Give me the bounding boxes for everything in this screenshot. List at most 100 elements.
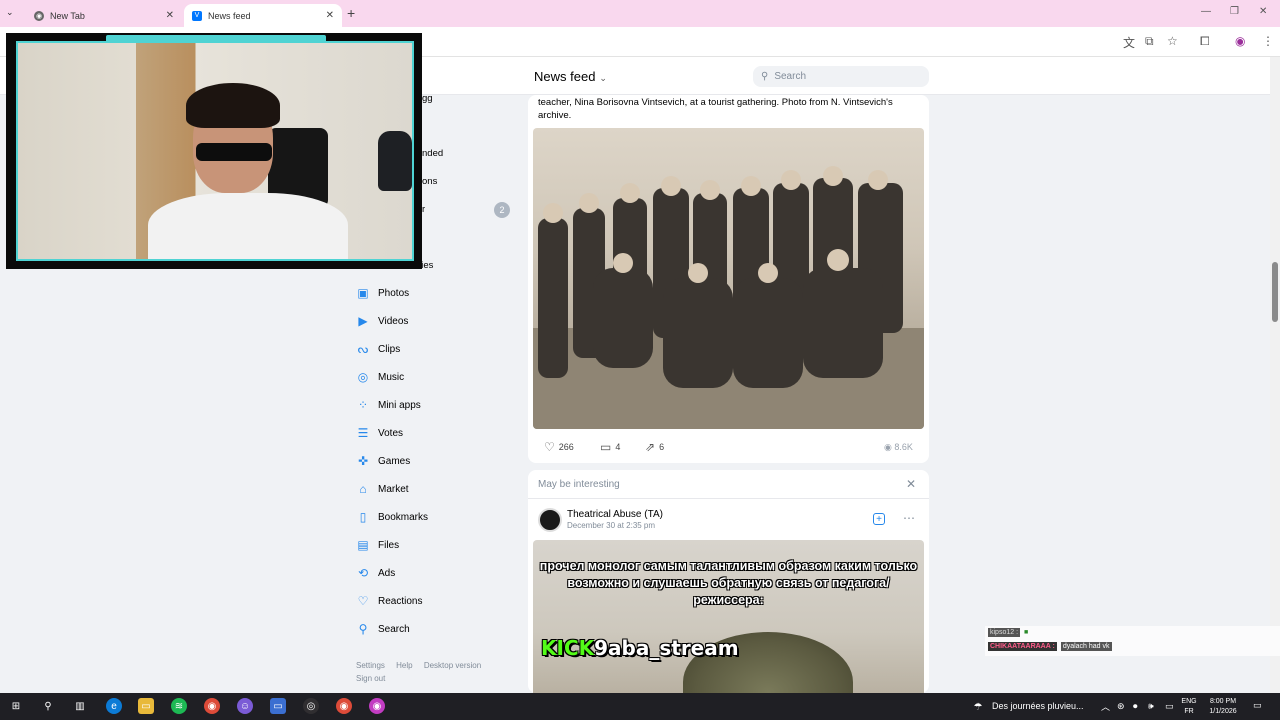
sidebar-partial-item[interactable]: ons [422, 176, 437, 187]
comment-button[interactable]: ▭ 4 [600, 438, 620, 456]
search-input[interactable]: ⚲ Search [753, 66, 929, 87]
language-indicator[interactable]: ENG FR [1181, 697, 1197, 717]
streamer-hair [186, 83, 280, 128]
chat-username: CHIKAATAARAAA : [988, 642, 1057, 651]
extensions-icon[interactable]: ⧠ [1200, 34, 1210, 49]
chevron-up-icon[interactable]: ︿ [1101, 700, 1110, 713]
chrome-icon[interactable]: ◉ [204, 698, 220, 714]
eye-icon: ◉ [884, 442, 895, 452]
share-button[interactable]: ⇗ 6 [645, 438, 664, 456]
divider [528, 498, 929, 499]
like-button[interactable]: ♡ 266 [544, 438, 574, 456]
post-photo[interactable] [533, 128, 924, 429]
edge-icon[interactable]: e [106, 698, 122, 714]
recommendation-heading: May be interesting [538, 479, 620, 490]
chat-username: kipso12 : [988, 628, 1021, 637]
chrome-icon[interactable]: ◉ [336, 698, 352, 714]
bookmark-icon: ▯ [359, 510, 367, 524]
chrome-icon: ◉ [34, 10, 44, 21]
chrome-profile-icon[interactable]: ◉ [369, 698, 385, 714]
sidebar-item-games[interactable]: ✜ Games [356, 452, 410, 470]
music-icon: ◎ [357, 370, 369, 384]
webcam-overlay [6, 33, 422, 269]
heart-icon: ♡ [544, 440, 555, 454]
scrollbar-thumb[interactable] [1272, 262, 1278, 322]
close-tab-icon[interactable]: ✕ [326, 10, 334, 21]
weather-text[interactable]: Des journées pluvieu... [992, 701, 1084, 711]
notifications-icon[interactable]: ▭ [1253, 700, 1262, 711]
install-app-icon[interactable]: ⧉ [1145, 34, 1154, 49]
avatar[interactable] [538, 508, 562, 532]
scrollbar[interactable] [1270, 57, 1280, 693]
new-tab-button[interactable]: + [347, 5, 355, 21]
emote-icon: ■ [1024, 629, 1029, 636]
sidebar-item-music[interactable]: ◎ Music [356, 368, 404, 386]
post-author[interactable]: Theatrical Abuse (TA) [567, 509, 663, 520]
desktop-version-link[interactable]: Desktop version [424, 661, 481, 670]
spotify-icon[interactable]: ≋ [171, 698, 187, 714]
settings-link[interactable]: Settings [356, 661, 385, 670]
chat-message: CHIKAATAARAAA : dyalach had vk [988, 642, 1112, 651]
sidebar-item-votes[interactable]: ☰ Votes [356, 424, 403, 442]
bookmark-star-icon[interactable]: ☆ [1167, 34, 1178, 48]
chat-message: kipso12 : ■ [988, 628, 1028, 637]
sign-out-link[interactable]: Sign out [356, 674, 385, 683]
sidebar-item-clips[interactable]: ᔓ Clips [356, 340, 401, 358]
profile-icon[interactable]: ◉ [1235, 34, 1245, 48]
sidebar-partial-item[interactable]: nded [422, 148, 443, 159]
file-icon: ▤ [357, 538, 369, 552]
help-link[interactable]: Help [396, 661, 412, 670]
close-icon[interactable]: ✕ [906, 477, 916, 491]
search-icon: ⚲ [761, 71, 769, 82]
close-window-icon[interactable]: ✕ [1259, 6, 1267, 17]
clips-icon: ᔓ [357, 342, 369, 356]
search-icon[interactable]: ⚲ [40, 698, 56, 714]
sidebar-item-search[interactable]: ⚲ Search [356, 620, 410, 638]
weather-icon[interactable]: ☂ [970, 699, 986, 715]
tray-app-icon[interactable]: ⊛ [1117, 701, 1125, 712]
chevron-down-icon: ⌄ [599, 73, 607, 83]
sidebar-partial-item[interactable]: gg [422, 93, 433, 104]
task-view-icon[interactable]: ▥ [72, 698, 88, 714]
close-tab-icon[interactable]: ✕ [166, 10, 174, 21]
counter-badge: 2 [494, 202, 510, 218]
obs-icon[interactable]: ◎ [303, 698, 319, 714]
meme-image[interactable]: прочел монолог самым талантливым образом… [533, 540, 924, 693]
sidebar-item-mini-apps[interactable]: ⁘ Mini apps [356, 396, 421, 414]
translate-icon[interactable]: ⽂ [1123, 34, 1135, 51]
volume-icon[interactable]: 🕪 [1148, 701, 1154, 712]
ads-icon: ⟲ [357, 566, 369, 580]
post-date[interactable]: December 30 at 2:35 pm [567, 521, 655, 530]
sidebar-item-market[interactable]: ⌂ Market [356, 480, 408, 498]
windows-start-icon[interactable]: ⊞ [8, 698, 24, 714]
remote-desktop-icon[interactable]: ▭ [270, 698, 286, 714]
minimize-icon[interactable]: — [1201, 6, 1211, 17]
sidebar-item-files[interactable]: ▤ Files [356, 536, 399, 554]
post-text: teacher, Nina Borisovna Vintsevich, at a… [538, 97, 893, 121]
tab-new-tab[interactable]: ◉ New Tab ✕ [26, 4, 182, 27]
clock[interactable]: 8:00 PM 1/1/2026 [1204, 697, 1242, 717]
sidebar-item-bookmarks[interactable]: ▯ Bookmarks [356, 508, 428, 526]
more-options-icon[interactable]: ⋯ [903, 511, 915, 525]
votes-icon: ☰ [357, 426, 369, 440]
sidebar-item-ads[interactable]: ⟲ Ads [356, 564, 395, 582]
group-photo-image [533, 166, 924, 429]
menu-icon[interactable]: ⋮ [1262, 34, 1274, 48]
network-icon[interactable]: ▭ [1165, 701, 1174, 712]
sidebar-item-reactions[interactable]: ♡ Reactions [356, 592, 423, 610]
microphone-icon[interactable]: ⏺ [1133, 701, 1138, 712]
sidebar-footer: Settings Help Desktop version [356, 661, 490, 670]
tab-list-icon[interactable]: ⌄ [6, 7, 14, 18]
page-title[interactable]: News feed ⌄ [534, 69, 607, 84]
discord-icon[interactable]: ☺ [237, 698, 253, 714]
sidebar-item-photos[interactable]: ▣ Photos [356, 284, 409, 302]
file-explorer-icon[interactable]: ▭ [138, 698, 154, 714]
views-count: ◉ 8.6K [884, 442, 913, 452]
sidebar-partial-item[interactable]: r [422, 204, 425, 215]
tab-title: News feed [208, 10, 251, 21]
sidebar-item-videos[interactable]: ▶ Videos [356, 312, 408, 330]
subscribe-button[interactable]: + [873, 513, 885, 525]
restore-icon[interactable]: ❐ [1230, 6, 1239, 17]
mini-apps-icon: ⁘ [357, 398, 369, 412]
tab-news-feed[interactable]: V News feed ✕ [184, 4, 342, 27]
